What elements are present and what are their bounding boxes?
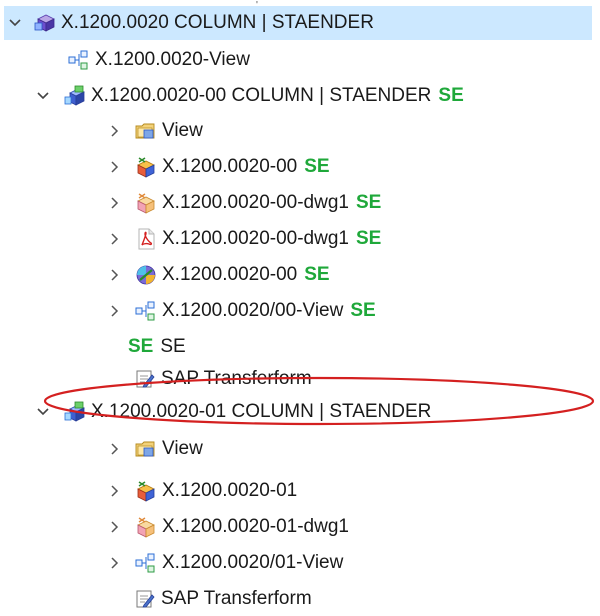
tree-row-label: View xyxy=(162,120,203,141)
tree-row-revision-01[interactable]: X.1200.0020-01 COLUMN | STAENDER xyxy=(34,395,431,429)
tree-row-label: X.1200.0020-01 COLUMN | STAENDER xyxy=(91,401,432,422)
se-badge: SE xyxy=(438,85,464,106)
bom-tree-view: ' X.1200.0020 COLUMN | STAENDER xyxy=(0,0,600,616)
tree-row-label: X.1200.0020-01-dwg1 xyxy=(162,516,349,537)
view-structure-icon xyxy=(135,300,157,322)
tree-row-label: X.1200.0020/01-View xyxy=(162,552,344,573)
tree-row-label: X.1200.0020-00-dwg1 xyxy=(162,228,349,249)
view-structure-icon xyxy=(68,49,90,71)
tree-row-assembly[interactable]: X.1200.0020 COLUMN | STAENDER xyxy=(4,6,592,40)
chevron-right-icon[interactable] xyxy=(106,510,124,544)
cad-model-icon xyxy=(135,480,157,502)
se-badge: SE xyxy=(350,300,376,321)
tree-row-label: SAP Transferform xyxy=(161,368,312,389)
tree-row-view-structure-01[interactable]: X.1200.0020/01-View xyxy=(106,546,343,580)
view-folder-icon xyxy=(135,438,157,460)
tree-row-label: SE xyxy=(160,336,186,357)
assembly-icon xyxy=(34,12,56,34)
chevron-right-icon[interactable] xyxy=(106,186,124,220)
chevron-down-icon[interactable] xyxy=(34,395,52,429)
tree-row-view-folder[interactable]: View xyxy=(106,114,203,148)
tree-row-pdf-00[interactable]: X.1200.0020-00-dwg1 SE xyxy=(106,222,381,256)
tree-row-sap-transferform[interactable]: SAP Transferform xyxy=(134,362,312,396)
tree-row-sap-transferform[interactable]: SAP Transferform xyxy=(134,582,312,616)
tree-row-cad-model-01[interactable]: X.1200.0020-01 xyxy=(106,474,297,508)
chevron-down-icon[interactable] xyxy=(34,79,52,113)
tree-row-se[interactable]: SE SE xyxy=(128,330,186,364)
pdf-icon xyxy=(135,228,157,250)
part-revision-icon xyxy=(64,85,86,107)
chevron-right-icon[interactable] xyxy=(106,474,124,508)
chevron-right-icon[interactable] xyxy=(106,114,124,148)
tree-row-label: X.1200.0020-View xyxy=(95,49,250,70)
chevron-right-icon[interactable] xyxy=(106,546,124,580)
tree-row-cad-model-00[interactable]: X.1200.0020-00 SE xyxy=(106,150,330,184)
tree-row-label: X.1200.0020-00-dwg1 xyxy=(162,192,349,213)
view-structure-icon xyxy=(135,552,157,574)
chevron-down-icon[interactable] xyxy=(6,6,24,40)
se-badge: SE xyxy=(128,336,154,357)
se-badge: SE xyxy=(355,228,382,249)
tree-row-label: X.1200.0020-00 COLUMN | STAENDER xyxy=(91,85,432,106)
tree-row-label: X.1200.0020 COLUMN | STAENDER xyxy=(61,12,374,33)
chevron-right-icon[interactable] xyxy=(106,432,124,466)
tree-row-view-folder[interactable]: View xyxy=(106,432,203,466)
tree-row-revision-00[interactable]: X.1200.0020-00 COLUMN | STAENDER SE xyxy=(34,79,464,113)
tree-row-view-structure[interactable]: X.1200.0020-View xyxy=(68,43,250,77)
tree-row-label: X.1200.0020-00 xyxy=(162,156,298,177)
form-icon xyxy=(134,368,156,390)
view-folder-icon xyxy=(135,120,157,142)
chevron-right-icon[interactable] xyxy=(106,294,124,328)
cad-model-icon xyxy=(135,156,157,178)
tree-row-visualization-00[interactable]: X.1200.0020-00 SE xyxy=(106,258,330,292)
chevron-right-icon[interactable] xyxy=(106,258,124,292)
tree-row-label: SAP Transferform xyxy=(161,588,312,609)
drawing-icon xyxy=(135,192,157,214)
se-badge: SE xyxy=(304,264,330,285)
visualization-icon xyxy=(135,264,157,286)
drawing-icon xyxy=(135,516,157,538)
part-revision-icon xyxy=(64,401,86,423)
tree-row-drawing-01[interactable]: X.1200.0020-01-dwg1 xyxy=(106,510,349,544)
chevron-right-icon[interactable] xyxy=(106,222,124,256)
tree-row-label: X.1200.0020/00-View xyxy=(162,300,344,321)
tree-row-label: X.1200.0020-00 xyxy=(162,264,298,285)
tree-row-label: X.1200.0020-01 xyxy=(162,480,298,501)
chevron-right-icon[interactable] xyxy=(106,150,124,184)
se-badge: SE xyxy=(304,156,330,177)
form-icon xyxy=(134,588,156,610)
tree-row-drawing-00[interactable]: X.1200.0020-00-dwg1 SE xyxy=(106,186,381,220)
se-badge: SE xyxy=(355,192,382,213)
tree-row-view-structure-00[interactable]: X.1200.0020/00-View SE xyxy=(106,294,376,328)
tree-row-label: View xyxy=(162,438,203,459)
